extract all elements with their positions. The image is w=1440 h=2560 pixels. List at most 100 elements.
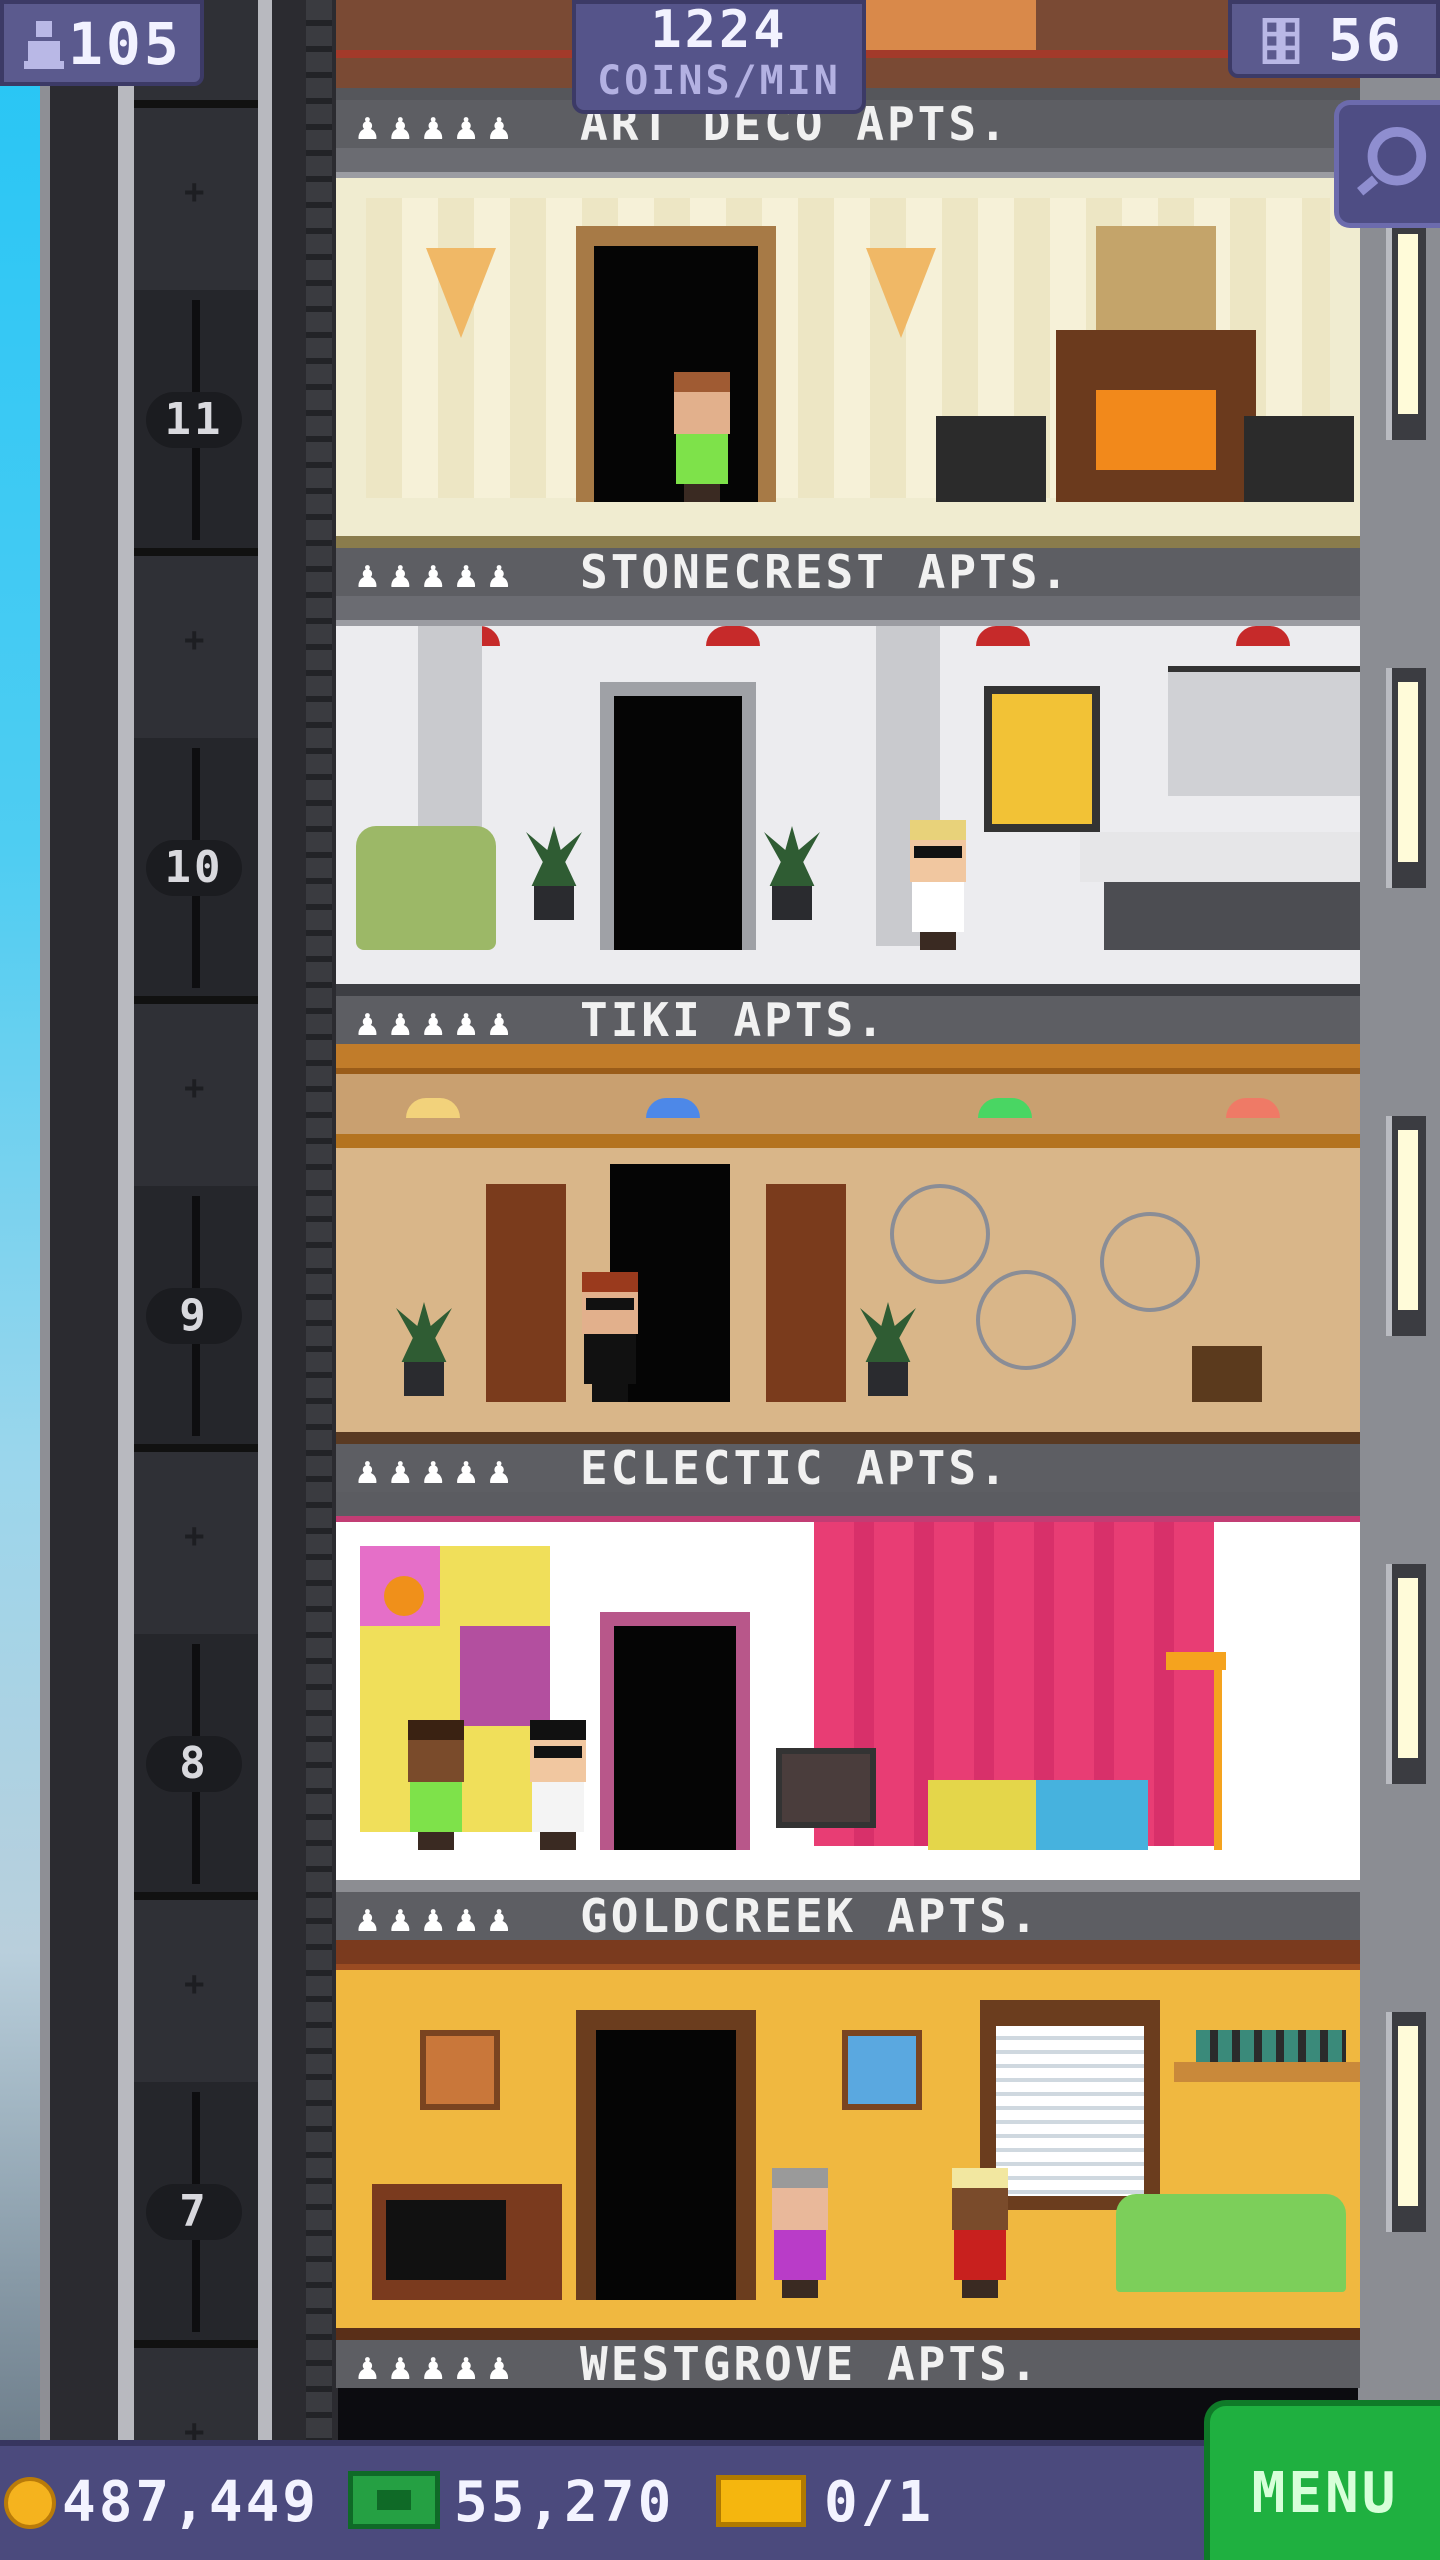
building-icon [1262,18,1300,64]
coins-per-minute-panel[interactable]: 1224 COINS/MIN [572,0,866,114]
floor-ceiling [336,1940,1360,1970]
residents-icons: ♟♟♟♟♟ [354,1456,519,1491]
elevator-rail-left [118,0,134,2440]
resident-person[interactable] [400,1720,470,1850]
fireplace [1056,330,1256,502]
counter-base [1104,882,1360,950]
elevator-door [614,1626,736,1850]
potted-plant [860,1302,916,1396]
portrait-frame [420,2030,500,2110]
sky-backdrop [0,0,44,2440]
green-sofa [1116,2194,1346,2292]
shaft-segment [134,1892,258,2082]
kitchen-cabinets [1168,666,1360,796]
picture-frame [842,2030,922,2110]
population-value: 105 [68,10,182,78]
floor-label-bar[interactable]: ♟♟♟♟♟ TIKI APTS. [336,996,1360,1044]
resident-person[interactable] [574,1272,644,1402]
hanging-lamp [406,1098,460,1118]
floor-tiki-9[interactable]: ♟♟♟♟♟ ECLECTIC APTS. [336,1044,1360,1492]
potted-plant [526,826,582,920]
search-button[interactable] [1334,100,1440,228]
floor-number-7: 7 [146,2184,242,2240]
tower-bux-icon [348,2471,440,2529]
floor-name-label: GOLDCREEK APTS. [580,1889,1041,1943]
floor-name-label: TIKI APTS. [580,993,887,1047]
bird-cage [1100,1212,1200,1312]
floor-name-label: WESTGROVE APTS. [580,2337,1041,2391]
floor-number-9: 9 [146,1288,242,1344]
bird-cage [976,1270,1076,1370]
shaft-segment [134,100,258,290]
tv-cabinet [372,2184,562,2300]
floor-name-label: ECLECTIC APTS. [580,1441,1010,1495]
floor-goldcreek-7[interactable]: ♟♟♟♟♟ WESTGROVE APTS. [336,1940,1360,2388]
tickets-counter[interactable]: 0/1 [716,2468,934,2538]
residents-icons: ♟♟♟♟♟ [354,1904,519,1939]
armchair [1244,416,1354,502]
residents-icons: ♟♟♟♟♟ [354,2352,519,2387]
bird-cage [890,1184,990,1284]
floor-stonecrest[interactable]: ♟♟♟♟♟ STONECREST APTS. [336,148,1360,596]
resident-person[interactable] [764,2168,834,2298]
floor-ceiling [336,148,1360,178]
bookshelf [1174,2062,1360,2082]
residents-icons: ♟♟♟♟♟ [354,560,519,595]
floor-room [336,1074,1360,1432]
person-icon [24,21,64,69]
tiki-statue [766,1184,846,1402]
floor-eclectic-8[interactable]: ♟♟♟♟♟ GOLDCREEK APTS. [336,1492,1360,1940]
coins-per-minute-value: 1224 [650,0,788,60]
floor-ceiling [336,596,1360,626]
bux-value: 55,270 [454,2470,675,2535]
side-window [1386,1116,1426,1336]
floor-number-10: 10 [146,840,242,896]
resident-person[interactable] [666,372,736,502]
floor-label-bar[interactable]: ♟♟♟♟♟ STONECREST APTS. [336,548,1360,596]
fire [1096,390,1216,470]
floor-name-label: STONECREST APTS. [580,545,1072,599]
floor-label-bar[interactable]: ♟♟♟♟♟ GOLDCREEK APTS. [336,1892,1360,1940]
hanging-lamp [1226,1098,1280,1118]
floor-count-value: 56 [1328,6,1404,74]
population-counter[interactable]: 105 [0,0,204,86]
floor-count-panel[interactable]: 56 [1228,0,1440,78]
bux-counter[interactable]: 55,270 [348,2468,674,2538]
ticket-icon [716,2475,806,2527]
potted-plant [764,826,820,920]
floor-label-bar[interactable]: ♟♟♟♟♟ ECLECTIC APTS. [336,1444,1360,1492]
menu-button[interactable]: MENU [1204,2400,1440,2560]
ceiling-lamp [976,626,1030,646]
elevator-door [614,696,742,950]
floor-number-11: 11 [146,392,242,448]
kitchen-counter [1080,832,1360,882]
coins-value: 487,449 [62,2470,320,2535]
side-window [1386,2012,1426,2232]
green-armchair [356,826,496,950]
floor-ceiling [336,1044,1360,1074]
tv-stand [776,1748,876,1828]
tickets-value: 0/1 [824,2470,935,2535]
coin-icon [4,2477,56,2529]
floor-room [336,178,1360,536]
side-window [1386,1564,1426,1784]
resident-person[interactable] [902,820,972,950]
shaft-edge-track [306,0,332,2440]
resident-person[interactable] [522,1720,592,1850]
armchair [936,416,1046,502]
magnifier-icon [1357,127,1427,196]
coins-counter[interactable]: 487,449 [4,2468,319,2538]
sofa-blue [1036,1780,1148,1850]
elevator-rail-right [258,0,272,2440]
floor-lamp-pole [1214,1662,1222,1850]
floor-label-bar[interactable]: ♟♟♟♟♟ WESTGROVE APTS. [336,2340,1360,2388]
resident-person[interactable] [944,2168,1014,2298]
hanging-lamp [978,1098,1032,1118]
bamboo-rail [336,1134,1360,1148]
floor-modern-10[interactable]: ♟♟♟♟♟ TIKI APTS. [336,596,1360,1044]
flower-painting [1096,226,1216,330]
coins-per-minute-label: COINS/MIN [597,58,841,104]
potted-plant [396,1302,452,1396]
hanging-lamp [646,1098,700,1118]
residents-icons: ♟♟♟♟♟ [354,112,519,147]
